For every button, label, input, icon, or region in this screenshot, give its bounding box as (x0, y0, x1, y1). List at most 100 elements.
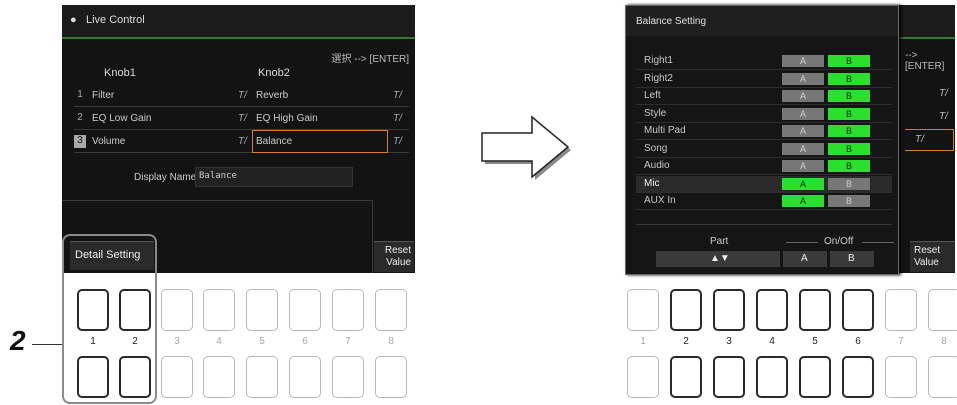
part-a-toggle[interactable]: A (782, 55, 824, 67)
part-a-toggle[interactable]: A (782, 142, 824, 155)
left-upper-button-1[interactable] (77, 289, 109, 331)
left-lower-button-8[interactable] (375, 356, 407, 398)
right-upper-button-8[interactable] (928, 289, 957, 331)
part-a-toggle[interactable]: A (782, 107, 824, 120)
right-upper-button-7[interactable] (885, 289, 917, 331)
right-upper-button-2[interactable] (670, 289, 702, 331)
left-upper-button-7[interactable] (332, 289, 364, 331)
knob-row[interactable]: 1 Filter T/ Reverb T/ (74, 86, 409, 107)
part-b-toggle[interactable]: B (828, 125, 870, 137)
part-a-toggle[interactable]: A (782, 160, 824, 172)
part-b-toggle[interactable]: B (828, 107, 870, 120)
part-a-toggle[interactable]: A (782, 195, 824, 207)
left-lower-button-2[interactable] (119, 356, 151, 398)
part-a-toggle[interactable]: A (782, 90, 824, 102)
part-row[interactable]: AUX In A B (636, 193, 892, 210)
knob2-header: Knob2 (258, 67, 290, 79)
bg-edit-icon: T/ (939, 88, 948, 99)
part-label: Style (644, 107, 667, 119)
part-b-toggle[interactable]: B (828, 195, 870, 207)
knob1-value[interactable]: Volume (92, 136, 125, 147)
left-button-number: 2 (132, 336, 138, 347)
part-row[interactable]: Song A B (636, 141, 892, 158)
bg-reset-line1: Reset (914, 245, 941, 256)
row-number: 1 (77, 89, 83, 100)
part-select-button[interactable]: ▲▼ (656, 251, 780, 267)
left-lower-button-1[interactable] (77, 356, 109, 398)
knob2-value[interactable]: Reverb (256, 90, 288, 101)
part-row[interactable]: Right1 A B (636, 53, 892, 70)
part-row[interactable]: Style A B (636, 106, 892, 123)
left-upper-button-8[interactable] (375, 289, 407, 331)
left-upper-button-4[interactable] (203, 289, 235, 331)
part-b-toggle[interactable]: B (828, 142, 870, 155)
reset-label-line1: Reset (384, 245, 411, 256)
knob-row[interactable]: 3 Volume T/ Balance T/ (74, 130, 409, 153)
right-upper-button-5[interactable] (799, 289, 831, 331)
left-lower-button-6[interactable] (289, 356, 321, 398)
left-upper-button-2[interactable] (119, 289, 151, 331)
right-button-number: 2 (683, 336, 689, 347)
part-b-toggle[interactable]: B (828, 177, 870, 190)
right-button-number: 6 (855, 336, 861, 347)
edit-icon[interactable]: T/ (238, 136, 247, 147)
right-upper-button-1[interactable] (627, 289, 659, 331)
part-b-toggle[interactable]: B (828, 90, 870, 102)
right-lower-button-3[interactable] (713, 356, 745, 398)
part-row[interactable]: Mic A B (636, 175, 892, 193)
footer-onoff-line-left (786, 242, 818, 243)
part-row[interactable]: Multi Pad A B (636, 123, 892, 140)
left-upper-button-3[interactable] (161, 289, 193, 331)
edit-icon[interactable]: T/ (238, 113, 247, 124)
edit-icon[interactable]: T/ (393, 113, 402, 124)
step-number: 2 (10, 325, 26, 356)
footer-b-button[interactable]: B (830, 251, 874, 267)
right-lower-button-4[interactable] (756, 356, 788, 398)
knob2-value[interactable]: EQ High Gain (256, 113, 318, 124)
left-lower-button-5[interactable] (246, 356, 278, 398)
part-b-toggle[interactable]: B (828, 55, 870, 67)
part-row[interactable]: Left A B (636, 88, 892, 105)
footer-a-button[interactable]: A (783, 251, 827, 267)
knob-row[interactable]: 2 EQ Low Gain T/ EQ High Gain T/ (74, 109, 409, 130)
right-upper-button-4[interactable] (756, 289, 788, 331)
footer-divider (636, 224, 892, 225)
panel-divider (62, 200, 372, 201)
display-name-value: Balance (199, 171, 237, 181)
right-lower-button-2[interactable] (670, 356, 702, 398)
knob1-value[interactable]: Filter (92, 90, 114, 101)
edit-icon[interactable]: T/ (393, 136, 402, 147)
bg-reset-value-button[interactable]: Reset Value (910, 241, 955, 272)
right-lower-button-8[interactable] (928, 356, 957, 398)
part-label: Right1 (644, 55, 673, 66)
right-lower-button-7[interactable] (885, 356, 917, 398)
right-lower-button-5[interactable] (799, 356, 831, 398)
part-row[interactable]: Right2 A B (636, 71, 892, 88)
part-row[interactable]: Audio A B (636, 158, 892, 175)
part-a-toggle[interactable]: A (782, 125, 824, 137)
display-name-field[interactable]: Balance (195, 167, 353, 187)
display-name-label: Display Name (134, 172, 197, 183)
reset-value-button[interactable]: Reset Value (374, 241, 414, 272)
part-label: Left (644, 90, 661, 101)
knob1-value[interactable]: EQ Low Gain (92, 113, 151, 124)
part-label: Song (644, 142, 668, 154)
part-a-toggle[interactable]: A (782, 177, 824, 190)
left-upper-button-5[interactable] (246, 289, 278, 331)
part-a-toggle[interactable]: A (782, 72, 824, 85)
right-upper-button-3[interactable] (713, 289, 745, 331)
page-title: Live Control (86, 14, 145, 26)
edit-icon[interactable]: T/ (238, 90, 247, 101)
edit-icon[interactable]: T/ (393, 90, 402, 101)
part-label: AUX In (644, 195, 676, 206)
left-lower-button-7[interactable] (332, 356, 364, 398)
left-lower-button-4[interactable] (203, 356, 235, 398)
left-lower-button-3[interactable] (161, 356, 193, 398)
right-upper-button-6[interactable] (842, 289, 874, 331)
bg-edit-icon-3: T/ (915, 134, 924, 145)
part-b-toggle[interactable]: B (828, 160, 870, 172)
right-lower-button-1[interactable] (627, 356, 659, 398)
left-upper-button-6[interactable] (289, 289, 321, 331)
right-lower-button-6[interactable] (842, 356, 874, 398)
part-b-toggle[interactable]: B (828, 72, 870, 85)
